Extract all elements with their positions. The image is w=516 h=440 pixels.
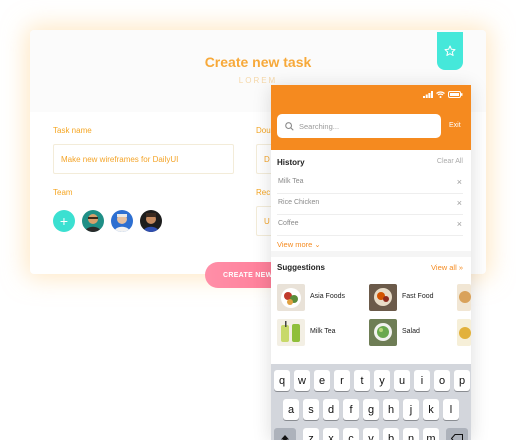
fast-food-thumbnail[interactable] [369, 284, 397, 311]
food-thumbnail[interactable] [457, 284, 471, 311]
history-item[interactable]: Milk Tea × [277, 173, 463, 194]
backspace-key[interactable] [446, 428, 468, 440]
milk-tea-thumbnail[interactable] [277, 319, 305, 346]
signal-icon [423, 91, 433, 98]
avatar-image [82, 210, 104, 232]
key[interactable]: g [363, 399, 379, 420]
clear-all-button[interactable]: Clear All [437, 158, 463, 165]
close-icon[interactable]: × [457, 177, 462, 187]
phone-search-screen: Searching... Exit History Clear All Milk… [271, 85, 471, 440]
key[interactable]: a [283, 399, 299, 420]
add-member-button[interactable]: + [53, 210, 75, 232]
exit-button[interactable]: Exit [449, 122, 461, 129]
salad-thumbnail[interactable] [369, 319, 397, 346]
status-bar [423, 91, 463, 98]
favorite-button[interactable] [437, 32, 463, 70]
key[interactable]: y [374, 370, 390, 391]
key[interactable]: u [394, 370, 410, 391]
section-divider [271, 251, 471, 257]
team-member-avatar[interactable] [111, 210, 133, 232]
key[interactable]: c [343, 428, 359, 440]
suggestion-label[interactable]: Asia Foods [310, 293, 345, 300]
key[interactable]: r [334, 370, 350, 391]
food-image [277, 284, 305, 311]
key[interactable]: e [314, 370, 330, 391]
suggestion-label[interactable]: Milk Tea [310, 328, 336, 335]
food-image [369, 284, 397, 311]
key[interactable]: o [434, 370, 450, 391]
key[interactable]: w [294, 370, 310, 391]
search-icon [285, 121, 294, 131]
team-label: Team [53, 188, 73, 197]
task-name-label: Task name [53, 126, 92, 135]
suggestion-label[interactable]: Fast Food [402, 293, 434, 300]
view-more-link[interactable]: View more ⌄ [277, 240, 321, 249]
food-image [457, 319, 471, 346]
backspace-icon [451, 434, 463, 440]
key[interactable]: f [343, 399, 359, 420]
suggestions-title: Suggestions [277, 263, 326, 272]
history-item-label: Milk Tea [278, 178, 304, 185]
key[interactable]: v [363, 428, 379, 440]
key[interactable]: i [414, 370, 430, 391]
history-item[interactable]: Coffee × [277, 215, 463, 236]
key[interactable]: b [383, 428, 399, 440]
history-item-label: Rice Chicken [278, 199, 320, 206]
shift-key[interactable] [274, 428, 296, 440]
key[interactable]: m [423, 428, 439, 440]
shift-icon [281, 434, 289, 440]
close-icon[interactable]: × [457, 219, 462, 229]
key[interactable]: q [274, 370, 290, 391]
asia-foods-thumbnail[interactable] [277, 284, 305, 311]
avatar-image [140, 210, 162, 232]
key[interactable]: k [423, 399, 439, 420]
close-icon[interactable]: × [457, 198, 462, 208]
wifi-icon [436, 91, 445, 98]
team-member-avatar[interactable] [140, 210, 162, 232]
task-card-title: Create new task [204, 54, 312, 70]
task-card-subtitle: LOREM [238, 76, 278, 85]
food-image [277, 319, 305, 346]
search-header: Searching... Exit [271, 85, 471, 150]
food-image [369, 319, 397, 346]
avatar-image [111, 210, 133, 232]
task-name-input[interactable]: Make new wireframes for DailyUI [53, 144, 234, 174]
due-date-label: Dou [256, 126, 271, 135]
history-item-label: Coffee [278, 220, 299, 227]
food-thumbnail[interactable] [457, 319, 471, 346]
food-image [457, 284, 471, 311]
key[interactable]: z [303, 428, 319, 440]
view-all-link[interactable]: View all » [431, 263, 463, 272]
key[interactable]: l [443, 399, 459, 420]
rec-label: Rec [256, 188, 271, 197]
key[interactable]: p [454, 370, 470, 391]
star-icon [444, 45, 456, 56]
search-input[interactable]: Searching... [277, 114, 441, 138]
battery-icon [448, 91, 463, 98]
key[interactable]: d [323, 399, 339, 420]
team-member-avatar[interactable] [82, 210, 104, 232]
suggestion-label[interactable]: Salad [402, 328, 420, 335]
history-item[interactable]: Rice Chicken × [277, 194, 463, 215]
key[interactable]: n [403, 428, 419, 440]
key[interactable]: j [403, 399, 419, 420]
key[interactable]: h [383, 399, 399, 420]
key[interactable]: x [323, 428, 339, 440]
on-screen-keyboard: q w e r t y u i o p a s d f g h j k l z … [271, 364, 471, 440]
search-placeholder: Searching... [299, 121, 340, 131]
history-title: History [277, 158, 305, 167]
key[interactable]: s [303, 399, 319, 420]
key[interactable]: t [354, 370, 370, 391]
